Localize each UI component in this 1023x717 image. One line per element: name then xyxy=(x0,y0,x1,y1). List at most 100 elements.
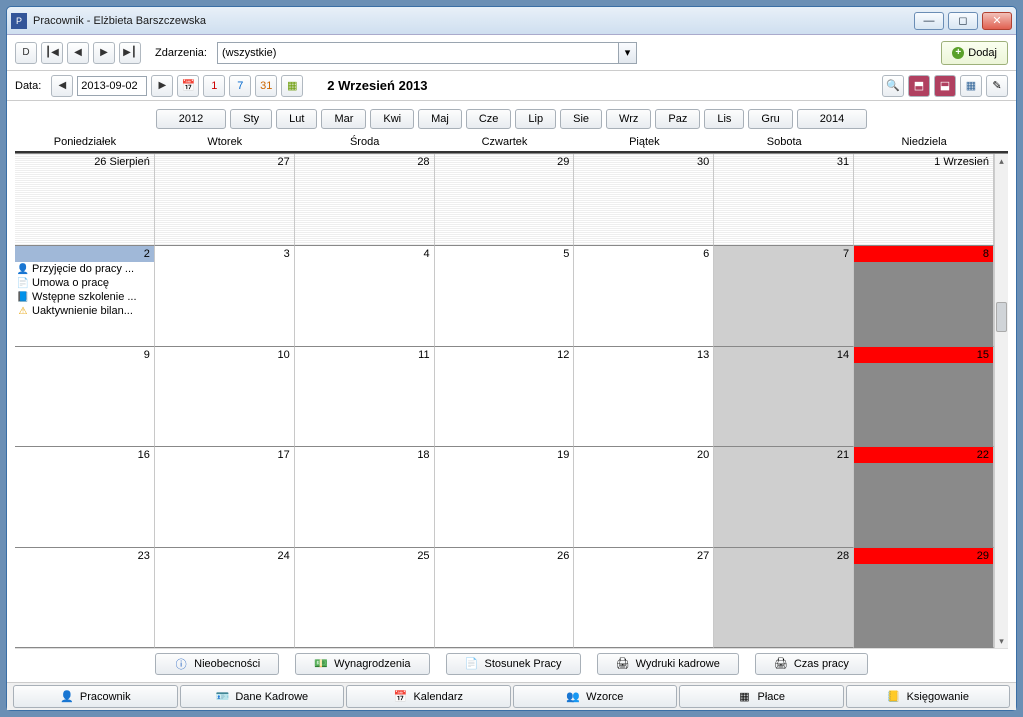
view-icon-4[interactable]: 31 xyxy=(255,75,277,97)
window: P Pracownik - Elżbieta Barszczewska — ◻ … xyxy=(6,6,1017,711)
right-icon-group: 🔍 ⬒ ⬓ ▦ ✎ xyxy=(882,75,1008,97)
tab-templates[interactable]: 👥Wzorce xyxy=(513,685,678,708)
nav-last-button[interactable]: ▶┃ xyxy=(119,42,141,64)
day-cell[interactable]: 30 xyxy=(574,154,714,246)
day-cell-sun[interactable]: 22 xyxy=(854,447,994,548)
day-cell[interactable]: 28 xyxy=(295,154,435,246)
day-cell[interactable]: 23 xyxy=(15,548,155,649)
view-icon-1[interactable]: 📅 xyxy=(177,75,199,97)
day-cell-sat[interactable]: 7 xyxy=(714,246,854,347)
day-cell[interactable]: 26 xyxy=(435,548,575,649)
day-cell-sun[interactable]: 8 xyxy=(854,246,994,347)
day-cell[interactable]: 20 xyxy=(574,447,714,548)
tab-payroll[interactable]: ▦Płace xyxy=(679,685,844,708)
titlebar: P Pracownik - Elżbieta Barszczewska — ◻ … xyxy=(7,7,1016,35)
action-absences[interactable]: ⓘNieobecności xyxy=(155,653,279,675)
events-combobox[interactable]: (wszystkie) ▾ xyxy=(217,42,637,64)
event-item[interactable]: 👤Przyjęcie do pracy ... xyxy=(15,262,154,276)
date-prev-button[interactable]: ◀ xyxy=(51,75,73,97)
event-item[interactable]: ⚠Uaktywnienie bilan... xyxy=(15,304,154,318)
day-cell[interactable]: 5 xyxy=(435,246,575,347)
day-cell-selected[interactable]: 2 👤Przyjęcie do pracy ... 📄Umowa o pracę… xyxy=(15,246,155,347)
scroll-thumb[interactable] xyxy=(996,302,1007,332)
minimize-button[interactable]: — xyxy=(914,12,944,30)
month-btn-gru[interactable]: Gru xyxy=(748,109,792,129)
view-icon-3[interactable]: 7 xyxy=(229,75,251,97)
day-cell[interactable]: 6 xyxy=(574,246,714,347)
action-reports[interactable]: 🖨Wydruki kadrowe xyxy=(597,653,739,675)
date-input[interactable]: 2013-09-02 xyxy=(77,76,147,96)
day-cell[interactable]: 16 xyxy=(15,447,155,548)
day-cell[interactable]: 26 Sierpień xyxy=(15,154,155,246)
weekday-mon: Poniedziałek xyxy=(15,133,155,151)
day-cell[interactable]: 11 xyxy=(295,347,435,448)
day-cell-sat[interactable]: 21 xyxy=(714,447,854,548)
weekday-sat: Sobota xyxy=(714,133,854,151)
day-cell-sun[interactable]: 29 xyxy=(854,548,994,649)
view-icon-2[interactable]: 1 xyxy=(203,75,225,97)
month-btn-sty[interactable]: Sty xyxy=(230,109,272,129)
action-worktime[interactable]: 🖨Czas pracy xyxy=(755,653,868,675)
day-cell[interactable]: 17 xyxy=(155,447,295,548)
nav-next-button[interactable]: ▶ xyxy=(93,42,115,64)
day-cell[interactable]: 9 xyxy=(15,347,155,448)
action-salaries[interactable]: 💵Wynagrodzenia xyxy=(295,653,429,675)
add-button[interactable]: + Dodaj xyxy=(941,41,1008,65)
day-cell[interactable]: 19 xyxy=(435,447,575,548)
maximize-button[interactable]: ◻ xyxy=(948,12,978,30)
search-icon[interactable]: 🔍 xyxy=(882,75,904,97)
day-cell[interactable]: 31 xyxy=(714,154,854,246)
action-employment[interactable]: 📄Stosunek Pracy xyxy=(446,653,581,675)
day-cell[interactable]: 27 xyxy=(155,154,295,246)
month-btn-paz[interactable]: Paz xyxy=(655,109,700,129)
day-cell-sat[interactable]: 28 xyxy=(714,548,854,649)
month-btn-lut[interactable]: Lut xyxy=(276,109,317,129)
month-btn-sie[interactable]: Sie xyxy=(560,109,602,129)
day-cell[interactable]: 29 xyxy=(435,154,575,246)
day-cell-sat[interactable]: 14 xyxy=(714,347,854,448)
calendar-scrollbar[interactable]: ▴ ▾ xyxy=(994,154,1008,648)
nav-first-button[interactable]: ┃◀ xyxy=(41,42,63,64)
day-cell[interactable]: 12 xyxy=(435,347,575,448)
events-value: (wszystkie) xyxy=(222,47,276,59)
scroll-up-icon[interactable]: ▴ xyxy=(995,154,1008,168)
day-cell[interactable]: 27 xyxy=(574,548,714,649)
event-item[interactable]: 📘Wstępne szkolenie ... xyxy=(15,290,154,304)
tab-calendar[interactable]: 📅Kalendarz xyxy=(346,685,511,708)
next-year-button[interactable]: 2014 xyxy=(797,109,867,129)
day-cell[interactable]: 24 xyxy=(155,548,295,649)
nav-prev-button[interactable]: ◀ xyxy=(67,42,89,64)
event-item[interactable]: 📄Umowa o pracę xyxy=(15,276,154,290)
month-btn-mar[interactable]: Mar xyxy=(321,109,366,129)
day-cell[interactable]: 4 xyxy=(295,246,435,347)
scroll-down-icon[interactable]: ▾ xyxy=(995,634,1008,648)
view-icon-5[interactable]: ▦ xyxy=(281,75,303,97)
chevron-down-icon[interactable]: ▾ xyxy=(618,43,636,63)
tool-icon-3[interactable]: ▦ xyxy=(960,75,982,97)
date-next-button[interactable]: ▶ xyxy=(151,75,173,97)
tab-hr-data[interactable]: 🪪Dane Kadrowe xyxy=(180,685,345,708)
month-nav: 2012 Sty Lut Mar Kwi Maj Cze Lip Sie Wrz… xyxy=(15,109,1008,129)
day-cell[interactable]: 13 xyxy=(574,347,714,448)
tool-icon-2[interactable]: ⬓ xyxy=(934,75,956,97)
month-btn-kwi[interactable]: Kwi xyxy=(370,109,414,129)
nav-d-button[interactable]: D xyxy=(15,42,37,64)
tab-accounting[interactable]: 📒Księgowanie xyxy=(846,685,1011,708)
window-controls: — ◻ ✕ xyxy=(914,12,1012,30)
edit-icon[interactable]: ✎ xyxy=(986,75,1008,97)
day-cell[interactable]: 18 xyxy=(295,447,435,548)
close-button[interactable]: ✕ xyxy=(982,12,1012,30)
month-btn-lis[interactable]: Lis xyxy=(704,109,744,129)
day-cell[interactable]: 1 Wrzesień xyxy=(854,154,994,246)
prev-year-button[interactable]: 2012 xyxy=(156,109,226,129)
month-btn-lip[interactable]: Lip xyxy=(515,109,556,129)
day-cell-sun[interactable]: 15 xyxy=(854,347,994,448)
month-btn-maj[interactable]: Maj xyxy=(418,109,462,129)
tool-icon-1[interactable]: ⬒ xyxy=(908,75,930,97)
day-cell[interactable]: 10 xyxy=(155,347,295,448)
tab-employee[interactable]: 👤Pracownik xyxy=(13,685,178,708)
day-cell[interactable]: 3 xyxy=(155,246,295,347)
day-cell[interactable]: 25 xyxy=(295,548,435,649)
month-btn-wrz[interactable]: Wrz xyxy=(606,109,651,129)
month-btn-cze[interactable]: Cze xyxy=(466,109,512,129)
